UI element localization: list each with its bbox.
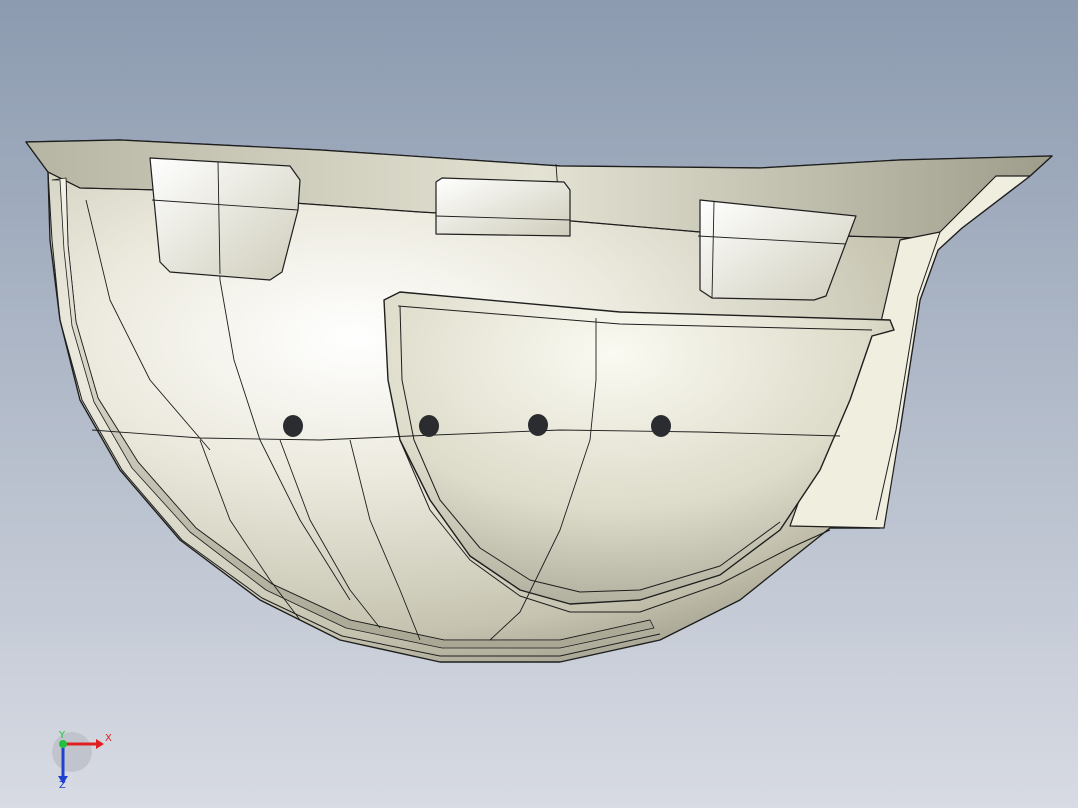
triad-y-label: Y [59,730,66,741]
triad-x-label: X [105,733,112,744]
hole-2 [419,415,439,437]
hole-4 [651,415,671,437]
suspension-pad-left[interactable] [149,157,301,281]
suspension-pad-center[interactable] [435,177,571,237]
triad-y-axis [59,740,67,748]
model-render[interactable] [0,0,1078,808]
hole-3 [528,414,548,436]
triad-shade [52,732,92,772]
triad-z-label: Z [59,780,66,791]
3d-graphics-viewport[interactable]: X Y Z [0,0,1078,808]
hole-1 [283,415,303,437]
